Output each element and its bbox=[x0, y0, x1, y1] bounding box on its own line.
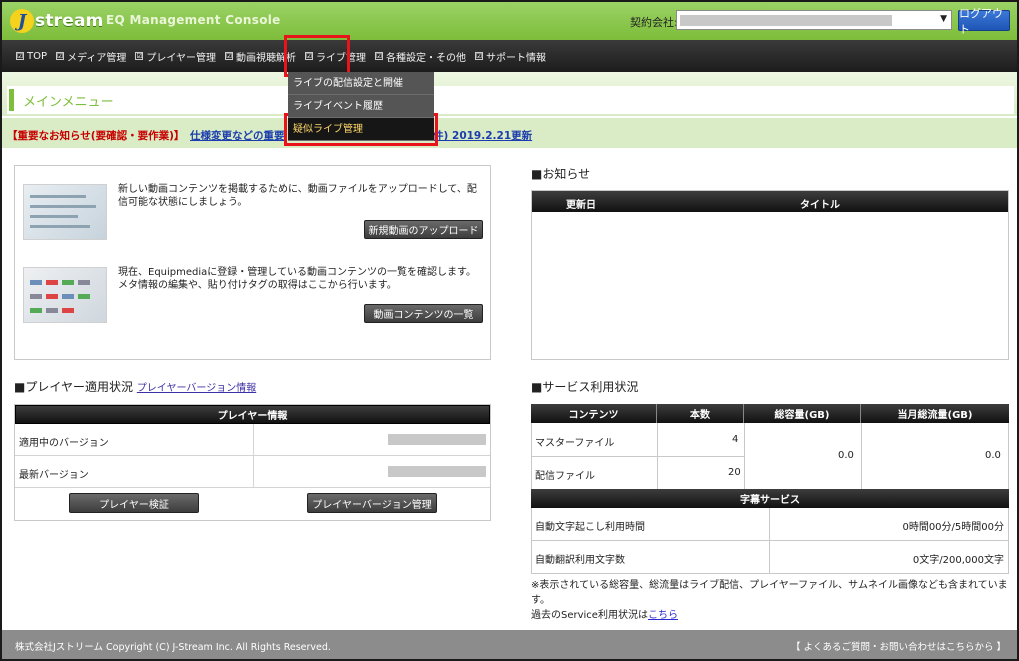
col-content: コンテンツ bbox=[531, 404, 657, 423]
quick-actions-panel: 新しい動画コンテンツを掲載するために、動画ファイルをアップロードして、配信可能な… bbox=[14, 165, 491, 360]
menu-item-live-settings[interactable]: ライブの配信設定と開催 bbox=[288, 72, 434, 95]
row-count-master: 4 bbox=[732, 434, 739, 445]
footer: 株式会社Jストリーム Copyright (C) J-Stream Inc. A… bbox=[2, 630, 1017, 659]
nav-item-settings[interactable]: ☑ 各種設定・その他 bbox=[375, 49, 466, 64]
app-title: EQ Management Console bbox=[106, 13, 281, 27]
row-label-master: マスターファイル bbox=[535, 438, 615, 449]
service-note-line2: 過去のService利用状況はこちら bbox=[531, 608, 1017, 623]
notice-link-head: 仕様変更などの重要 bbox=[190, 130, 285, 142]
checkbox-icon: ☑ bbox=[135, 52, 144, 60]
copyright: 株式会社Jストリーム Copyright (C) J-Stream Inc. A… bbox=[15, 642, 331, 653]
contract-value-redacted bbox=[680, 15, 892, 26]
title-accent bbox=[9, 89, 14, 111]
service-table-body: マスターファイル 4 配信ファイル 20 0.0 0.0 bbox=[531, 423, 1009, 489]
player-info-table: プレイヤー情報 適用中のバージョン 最新バージョン プレイヤー検証 プレイヤーバ… bbox=[14, 404, 491, 521]
table-row: 自動文字起こし利用時間 0時間00分/5時間00分 bbox=[531, 508, 1009, 541]
nav-item-label: TOP bbox=[27, 50, 48, 62]
player-version-manage-button[interactable]: プレイヤーバージョン管理 bbox=[307, 493, 437, 513]
highlight-live-nav bbox=[284, 35, 350, 77]
row-count-delivery: 20 bbox=[728, 467, 741, 478]
player-table-header: プレイヤー情報 bbox=[15, 405, 490, 424]
new-upload-button[interactable]: 新規動画のアップロード bbox=[364, 220, 483, 239]
live-dropdown-menu: ライブの配信設定と開催 ライブイベント履歴 疑似ライブ管理 bbox=[288, 72, 434, 141]
nav-item-media[interactable]: ☑ メディア管理 bbox=[56, 49, 126, 64]
player-version-link[interactable]: プレイヤーバージョン情報 bbox=[137, 383, 256, 394]
auto-transcribe-label: 自動文字起こし利用時間 bbox=[532, 508, 770, 540]
chevron-down-icon: ▼ bbox=[940, 14, 947, 24]
service-heading: ■サービス利用状況 bbox=[531, 380, 639, 394]
monthly-traffic-value: 0.0 bbox=[985, 450, 1001, 461]
page-title: メインメニュー bbox=[23, 95, 114, 110]
auto-translate-label: 自動翻訳利用文字数 bbox=[532, 541, 770, 573]
service-note-line1: ※表示されている総容量、総流量はライブ配信、プレイヤーファイル、サムネイル画像な… bbox=[531, 580, 1008, 606]
nav-item-support[interactable]: ☑ サポート情報 bbox=[475, 49, 546, 64]
checkbox-icon: ☑ bbox=[16, 52, 24, 60]
value-redacted bbox=[388, 466, 486, 477]
menu-item-pseudo-live[interactable]: 疑似ライブ管理 bbox=[288, 118, 434, 141]
checkbox-icon: ☑ bbox=[225, 52, 234, 60]
menu-item-live-history[interactable]: ライブイベント履歴 bbox=[288, 95, 434, 118]
auto-transcribe-value: 0時間00分/5時間00分 bbox=[902, 522, 1004, 533]
news-col-date: 更新日 bbox=[566, 200, 596, 211]
news-table: 更新日 タイトル bbox=[531, 190, 1009, 360]
nav-item-player[interactable]: ☑ プレイヤー管理 bbox=[135, 49, 216, 64]
upload-description: 新しい動画コンテンツを掲載するために、動画ファイルをアップロードして、配信可能な… bbox=[118, 184, 477, 208]
latest-version-value bbox=[254, 456, 490, 487]
col-capacity: 総容量(GB) bbox=[744, 404, 861, 423]
player-verify-button[interactable]: プレイヤー検証 bbox=[69, 493, 199, 513]
applied-version-value bbox=[254, 424, 490, 455]
player-heading: ■プレイヤー適用状況 プレイヤーバージョン情報 bbox=[14, 378, 256, 395]
news-col-title: タイトル bbox=[800, 200, 840, 211]
page-title-panel: メインメニュー bbox=[7, 86, 1014, 114]
player-heading-text: ■プレイヤー適用状況 bbox=[14, 380, 133, 394]
logo-mark: J bbox=[10, 9, 34, 33]
row-label-delivery: 配信ファイル bbox=[535, 471, 595, 482]
logout-button[interactable]: ログアウト bbox=[958, 7, 1010, 36]
jstream-logo[interactable]: J stream bbox=[10, 8, 104, 34]
main-nav: ☑ TOP ☑ メディア管理 ☑ プレイヤー管理 ☑ 動画視聴解析 ☑ ライブ管理 ☑ 各種… bbox=[2, 40, 1017, 72]
nav-item-label: 各種設定・その他 bbox=[386, 52, 467, 64]
service-note-text: 過去のService利用状況は bbox=[531, 610, 648, 621]
table-row: 最新バージョン bbox=[15, 456, 490, 488]
contract-select[interactable]: ▼ bbox=[676, 10, 952, 30]
nav-item-label: サポート情報 bbox=[486, 52, 547, 64]
nav-item-label: プレイヤー管理 bbox=[146, 52, 217, 64]
table-row: 自動翻訳利用文字数 0文字/200,000文字 bbox=[531, 541, 1009, 574]
col-traffic: 当月総流量(GB) bbox=[897, 410, 973, 421]
page-title-bar: メインメニュー bbox=[2, 72, 1017, 116]
logo-text: stream bbox=[35, 11, 104, 31]
checkbox-icon: ☑ bbox=[475, 52, 484, 60]
player-actions: プレイヤー検証 プレイヤーバージョン管理 bbox=[15, 488, 490, 520]
nav-item-top[interactable]: ☑ TOP bbox=[16, 51, 47, 62]
service-usage-table: コンテンツ 本数 総容量(GB) 当月総流量(GB) マスターファイル 4 配信… bbox=[531, 404, 1009, 574]
news-heading: ■お知らせ bbox=[531, 167, 591, 181]
auto-translate-value: 0文字/200,000文字 bbox=[912, 555, 1004, 566]
col-count: 本数 bbox=[657, 404, 744, 423]
nav-item-label: メディア管理 bbox=[67, 52, 127, 64]
total-capacity-value: 0.0 bbox=[838, 450, 854, 461]
important-notice: 【重要なお知らせ(要確認・要作業)】 仕様変更などの重要 ます。(6件) 2019… bbox=[2, 118, 1017, 148]
applied-version-label: 適用中のバージョン bbox=[15, 424, 254, 455]
header-bar: J stream EQ Management Console 契約会社: ▼ ロ… bbox=[2, 2, 1017, 40]
caption-service-header: 字幕サービス bbox=[531, 489, 1009, 508]
help-link[interactable]: 【 よくあるご質問・お問い合わせはこちらから 】 bbox=[791, 639, 1006, 653]
app-window: J stream EQ Management Console 契約会社: ▼ ロ… bbox=[0, 0, 1019, 661]
content-list-description: 現在、Equipmediaに登録・管理している動画コンテンツの一覧を確認します。… bbox=[118, 267, 476, 291]
value-redacted bbox=[388, 434, 486, 445]
news-table-header: 更新日 タイトル bbox=[532, 191, 1008, 212]
contract-label: 契約会社: bbox=[630, 16, 678, 29]
content-list-thumbnail bbox=[23, 267, 107, 323]
past-usage-link[interactable]: こちら bbox=[648, 610, 678, 621]
latest-version-label: 最新バージョン bbox=[15, 456, 254, 487]
table-row: 適用中のバージョン bbox=[15, 424, 490, 456]
upload-thumbnail bbox=[23, 184, 107, 240]
checkbox-icon: ☑ bbox=[375, 52, 384, 60]
content-list-button[interactable]: 動画コンテンツの一覧 bbox=[364, 304, 483, 323]
checkbox-icon: ☑ bbox=[56, 52, 65, 60]
notice-label: 【重要なお知らせ(要確認・要作業)】 bbox=[7, 130, 185, 142]
service-note: ※表示されている総容量、総流量はライブ配信、プレイヤーファイル、サムネイル画像な… bbox=[531, 578, 1017, 623]
service-table-header: コンテンツ 本数 総容量(GB) 当月総流量(GB) bbox=[531, 404, 1009, 423]
